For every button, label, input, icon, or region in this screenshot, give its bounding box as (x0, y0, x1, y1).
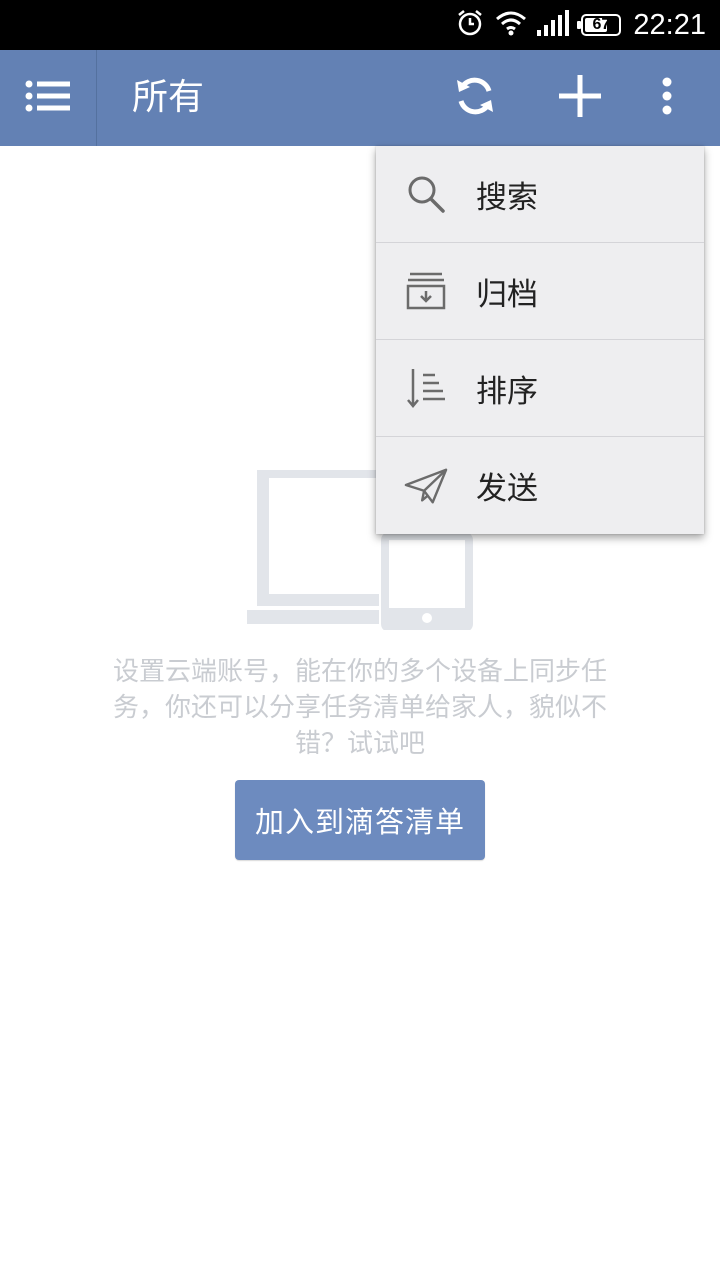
join-account-button[interactable]: 加入到滴答清单 (235, 780, 485, 860)
battery-icon: 67 (577, 14, 622, 36)
menu-item-label: 归档 (476, 276, 538, 313)
add-button[interactable] (535, 50, 625, 146)
menu-item-sort[interactable]: 排序 (376, 340, 704, 437)
signal-icon (537, 10, 571, 40)
sync-button[interactable] (430, 50, 520, 146)
menu-item-label: 搜索 (476, 179, 538, 216)
status-bar: 67 22:21 (0, 0, 720, 50)
menu-button[interactable] (0, 50, 97, 146)
page-title: 所有 (132, 77, 205, 118)
send-icon (404, 464, 448, 508)
sort-icon (404, 366, 448, 410)
add-icon (557, 73, 603, 123)
menu-item-search[interactable]: 搜索 (376, 146, 704, 243)
app-bar: 所有 (0, 50, 720, 146)
archive-icon (404, 269, 448, 313)
overflow-menu-button[interactable] (622, 50, 712, 146)
battery-level: 67 (592, 16, 611, 33)
clock: 22:21 (633, 8, 706, 41)
wifi-icon (495, 9, 527, 41)
menu-icon (25, 80, 71, 116)
menu-item-label: 发送 (476, 471, 538, 507)
overflow-popup-menu: 搜索 归档 排序 发送 (376, 146, 704, 534)
alarm-icon (455, 8, 485, 42)
menu-item-label: 排序 (476, 373, 538, 410)
status-icons: 67 22:21 (455, 0, 706, 50)
search-icon (404, 172, 448, 216)
menu-item-archive[interactable]: 归档 (376, 243, 704, 340)
overflow-icon (661, 77, 673, 119)
menu-item-send[interactable]: 发送 (376, 437, 704, 534)
sync-icon (453, 74, 497, 122)
empty-state-message: 设置云端账号，能在你的多个设备上同步任务，你还可以分享任务清单给家人，貌似不错？… (112, 657, 607, 759)
